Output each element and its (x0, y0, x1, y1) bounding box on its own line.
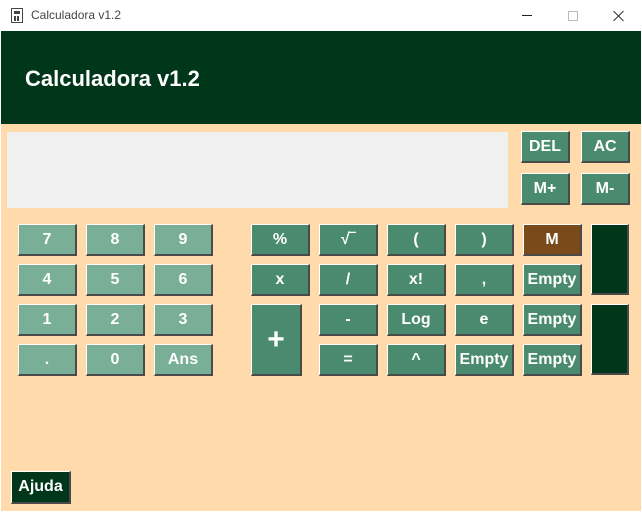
memory-slot-1[interactable]: Empty (523, 264, 582, 296)
minimize-button[interactable] (504, 0, 550, 31)
key-1[interactable]: 1 (18, 304, 77, 336)
key-8[interactable]: 8 (86, 224, 145, 256)
key-empty[interactable]: Empty (455, 344, 514, 376)
memory-recall-button[interactable]: M (523, 224, 582, 256)
key-ans[interactable]: Ans (154, 344, 213, 376)
maximize-icon (568, 10, 578, 21)
memory-panel-bottom (591, 304, 629, 375)
key-power[interactable]: ^ (387, 344, 446, 376)
window-title: Calculadora v1.2 (31, 8, 122, 22)
key-divide[interactable]: / (319, 264, 378, 296)
key-factorial[interactable]: x! (387, 264, 446, 296)
memory-subtract-button[interactable]: M- (581, 173, 630, 205)
key-log[interactable]: Log (387, 304, 446, 336)
key-comma[interactable]: , (455, 264, 514, 296)
key-minus[interactable]: - (319, 304, 378, 336)
key-decimal[interactable]: . (18, 344, 77, 376)
key-5[interactable]: 5 (86, 264, 145, 296)
all-clear-button[interactable]: AC (581, 131, 630, 163)
key-sqrt[interactable]: √‾ (319, 224, 378, 256)
key-plus[interactable]: + (251, 304, 302, 376)
key-0[interactable]: 0 (86, 344, 145, 376)
calculator-icon (11, 8, 23, 23)
delete-button[interactable]: DEL (521, 131, 570, 163)
key-euler[interactable]: e (455, 304, 514, 336)
key-2[interactable]: 2 (86, 304, 145, 336)
minimize-icon (522, 15, 532, 16)
memory-slot-3[interactable]: Empty (523, 344, 582, 376)
window-titlebar: Calculadora v1.2 (0, 0, 642, 31)
app-header: Calculadora v1.2 (1, 31, 641, 124)
help-button[interactable]: Ajuda (11, 471, 71, 504)
page-title: Calculadora v1.2 (25, 66, 200, 91)
calculator-display (7, 132, 508, 208)
key-multiply[interactable]: x (251, 264, 310, 296)
key-9[interactable]: 9 (154, 224, 213, 256)
key-6[interactable]: 6 (154, 264, 213, 296)
key-3[interactable]: 3 (154, 304, 213, 336)
key-equals[interactable]: = (319, 344, 378, 376)
key-right-paren[interactable]: ) (455, 224, 514, 256)
key-4[interactable]: 4 (18, 264, 77, 296)
maximize-button[interactable] (550, 0, 596, 31)
key-percent[interactable]: % (251, 224, 310, 256)
key-7[interactable]: 7 (18, 224, 77, 256)
memory-add-button[interactable]: M+ (521, 173, 570, 205)
close-icon (613, 10, 625, 22)
memory-slot-2[interactable]: Empty (523, 304, 582, 336)
key-left-paren[interactable]: ( (387, 224, 446, 256)
close-button[interactable] (596, 0, 642, 31)
memory-panel-top (591, 224, 629, 295)
